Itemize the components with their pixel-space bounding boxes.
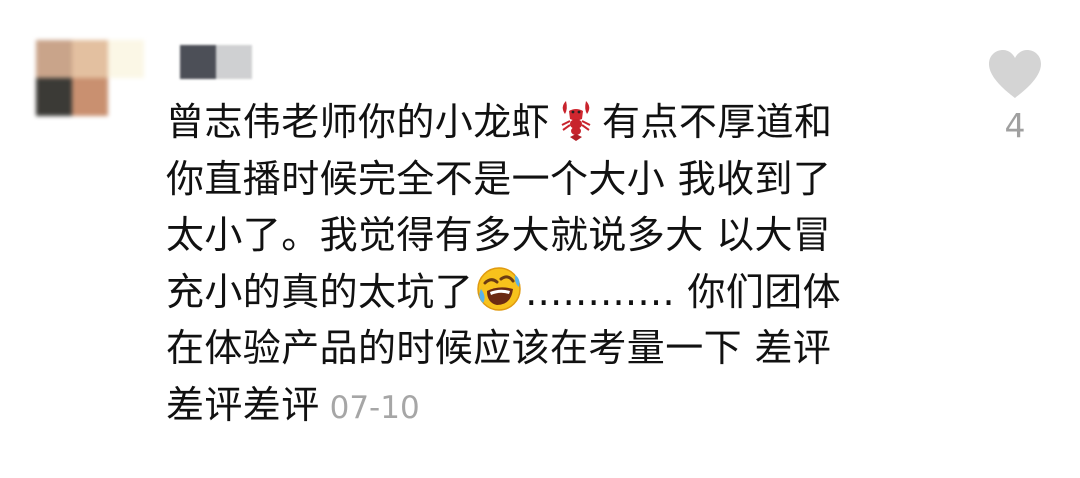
comment-text: 曾志伟老师你的小龙虾 有点不厚道和 你直播时候完全不是一个大小 我收到了 太小了… (166, 94, 946, 436)
comment-line: 你直播时候完全不是一个大小 我收到了 (166, 156, 832, 201)
rofl-laughing-emoji (475, 265, 523, 313)
comment-line: 太小了。我觉得有多大就说多大 以大冒 (166, 213, 832, 257)
heart-icon[interactable] (986, 48, 1044, 100)
username[interactable] (180, 45, 252, 79)
comment-line: 在体验产品的时候应该在考量一下 差评 (166, 326, 832, 370)
like-area: 4 (980, 48, 1050, 145)
comment-line: 充小的真的太坑了 ............ 你们团体 (166, 264, 946, 321)
comment-date: 07-10 (329, 389, 420, 426)
lobster-emoji (552, 95, 600, 143)
comment-line: 曾志伟老师你的小龙虾 有点不厚道和 (166, 94, 946, 151)
comment-line: 差评差评 07-10 (166, 382, 420, 427)
comment-item: 曾志伟老师你的小龙虾 有点不厚道和 你直播时候完全不是一个大小 我收到了 太小了… (0, 0, 1080, 478)
avatar[interactable] (36, 40, 144, 116)
like-count: 4 (1004, 106, 1026, 145)
